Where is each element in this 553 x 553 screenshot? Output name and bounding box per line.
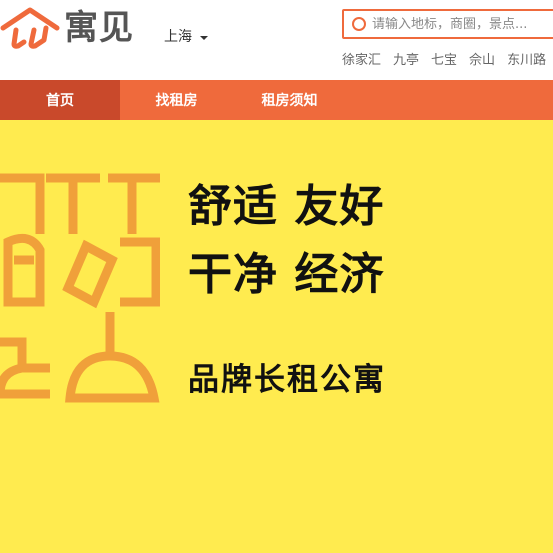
hot-place-link[interactable]: 九亭	[393, 49, 419, 68]
house-logo-icon	[0, 7, 60, 49]
slogan-line-2: 干净 经济	[188, 249, 385, 300]
main-nav: 首页 找租房 租房须知	[0, 80, 553, 120]
hot-place-link[interactable]: 佘山	[469, 49, 495, 68]
site-header: 寓见 上海 徐家汇 九亭 七宝 佘山 东川路	[0, 0, 553, 80]
city-selector[interactable]: 上海	[164, 26, 208, 46]
furniture-illustration	[0, 173, 160, 403]
hot-place-link[interactable]: 七宝	[431, 49, 457, 68]
site-logo[interactable]: 寓见	[0, 6, 134, 50]
nav-item-rental-guide[interactable]: 租房须知	[233, 80, 346, 120]
hero-banner[interactable]: 舒适 友好 干净 经济 品牌长租公寓	[0, 120, 553, 553]
logo-text: 寓见	[64, 8, 134, 48]
nav-item-find-rental[interactable]: 找租房	[120, 80, 233, 120]
slogan-line-1: 舒适 友好	[188, 181, 385, 232]
caret-down-icon	[200, 36, 208, 40]
hot-place-link[interactable]: 徐家汇	[342, 49, 381, 68]
slogan-line-3: 品牌长租公寓	[188, 362, 386, 398]
nav-item-home[interactable]: 首页	[0, 80, 120, 120]
hot-place-link[interactable]: 东川路	[507, 49, 546, 68]
search-icon	[352, 17, 366, 31]
search-box[interactable]	[342, 9, 553, 39]
hot-places: 徐家汇 九亭 七宝 佘山 东川路	[342, 49, 553, 68]
city-label: 上海	[164, 29, 192, 45]
search-input[interactable]	[372, 16, 553, 32]
